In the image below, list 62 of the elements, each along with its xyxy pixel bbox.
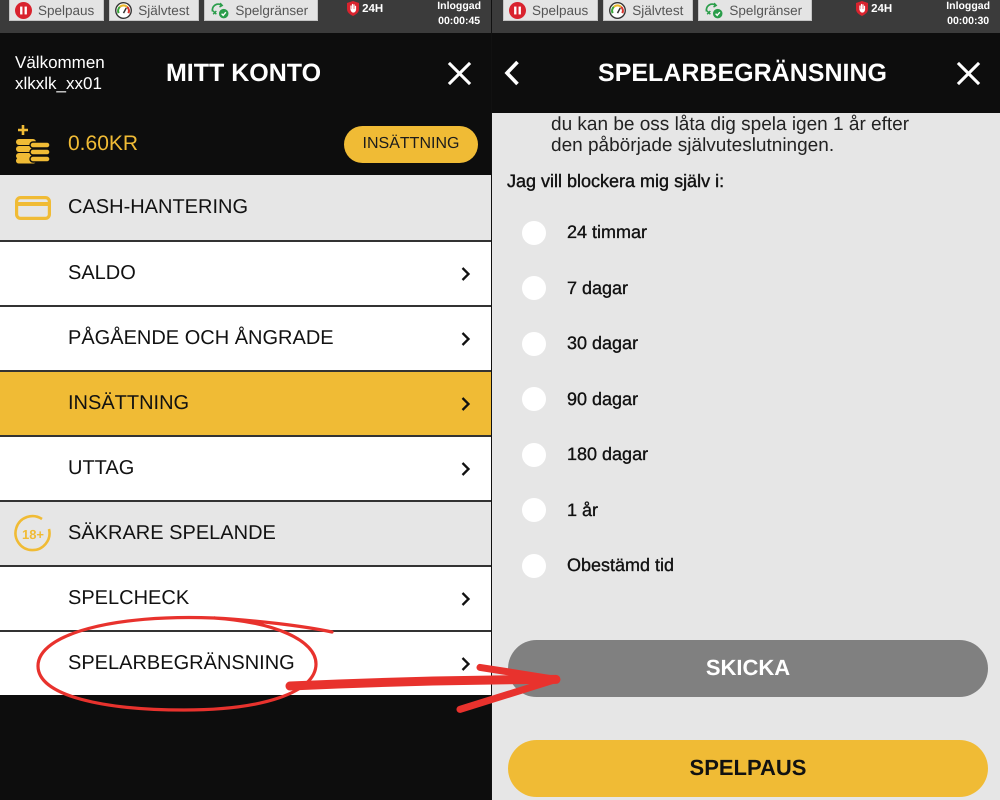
session-time: 00:00:30 [947, 15, 990, 27]
coin-stack-icon [15, 124, 51, 164]
menu-item[interactable]: INSÄTTNING [0, 370, 491, 435]
option-label[interactable]: 1 år [567, 500, 598, 521]
menu-item[interactable]: UTTAG [0, 435, 491, 500]
menu-item[interactable]: SPELARBEGRÄNSNING [0, 630, 491, 695]
session-label: Inloggad [437, 0, 481, 12]
gauge-icon [609, 2, 626, 18]
close-icon[interactable] [956, 60, 981, 86]
chevron-right-icon [460, 330, 471, 346]
close-icon[interactable] [447, 60, 472, 86]
status-tab[interactable]: Spelpaus [9, 0, 104, 21]
chevron-right-icon [460, 460, 471, 476]
limit-label: 24H [871, 2, 892, 14]
status-tab[interactable]: Självtest [603, 0, 694, 21]
screen-title: SPELARBEGRÄNSNING [598, 58, 887, 88]
menu-item[interactable]: SPELCHECK [0, 565, 491, 630]
greeting-text: Välkommen [15, 52, 105, 73]
gauge-icon [115, 2, 132, 18]
stop-hand-icon [856, 1, 868, 16]
section-title: SÄKRARE SPELANDE [68, 522, 276, 545]
option-label[interactable]: 7 dagar [567, 278, 628, 299]
status-tab[interactable]: Spelpaus [503, 0, 598, 21]
session-time: 00:00:45 [438, 15, 480, 27]
chevron-right-icon [460, 396, 471, 412]
radio-button[interactable] [522, 276, 546, 300]
option-label[interactable]: 24 timmar [567, 222, 648, 244]
status-tab[interactable]: Spelgränser [698, 0, 812, 21]
circular-arrows-icon [704, 2, 724, 18]
menu-item[interactable]: PÅGÅENDE OCH ÅNGRADE [0, 305, 491, 370]
screen-title: MITT KONTO [166, 58, 322, 88]
chevron-right-icon [460, 266, 471, 282]
limit-label: 24H [362, 2, 384, 14]
intro-text: du kan be oss låta dig spela igen 1 år efter den påbörjade självuteslutningen. [550, 114, 910, 156]
pause-icon [15, 2, 32, 18]
action-button[interactable]: SPELPAUS [508, 740, 988, 796]
option-label[interactable]: 30 dagar [567, 333, 638, 354]
radio-button[interactable] [522, 554, 546, 578]
username-text: xlkxlk_xx01 [15, 73, 103, 94]
radio-button[interactable] [522, 442, 546, 467]
chevron-right-icon [460, 656, 471, 672]
status-tab[interactable]: Spelgränser [204, 0, 318, 21]
option-label[interactable]: 90 dagar [567, 388, 638, 410]
question-text: Jag vill blockera mig själv i: [507, 171, 726, 192]
radio-button[interactable] [522, 387, 546, 412]
deposit-button[interactable]: INSÄTTNING [344, 126, 478, 162]
chevron-right-icon [460, 590, 471, 606]
pause-icon [509, 2, 526, 18]
credit-card-icon [15, 196, 51, 220]
status-tab[interactable]: Självtest [109, 0, 200, 21]
menu-item[interactable]: SALDO [0, 240, 491, 305]
session-label: Inloggad [946, 0, 990, 12]
option-label[interactable]: Obestämd tid [567, 555, 674, 576]
radio-button[interactable] [522, 332, 546, 356]
radio-button[interactable] [522, 498, 546, 522]
radio-button[interactable] [522, 220, 546, 245]
back-icon[interactable] [504, 60, 520, 86]
circular-arrows-icon [210, 2, 230, 18]
balance-amount: 0.60KR [68, 132, 138, 156]
stop-hand-icon [347, 1, 360, 16]
section-title: CASH-HANTERING [68, 196, 248, 219]
option-label[interactable]: 180 dagar [567, 444, 648, 466]
